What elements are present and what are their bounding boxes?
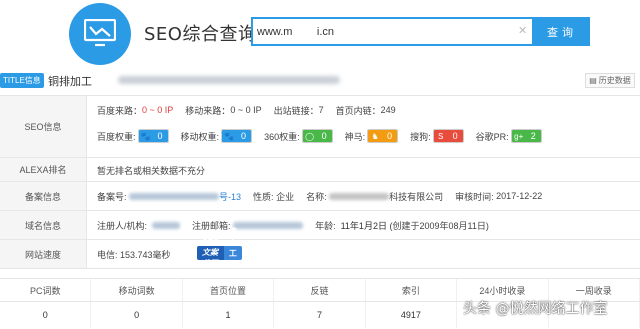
google-pr[interactable]: 谷歌PR: g+ 2 (476, 129, 542, 143)
baidu-traffic: 百度来路： 0 ~ 0 IP (97, 105, 174, 116)
row-label: ALEXA排名 (0, 158, 87, 181)
baidu-weight[interactable]: 百度权重: 🐾 0 (97, 129, 169, 143)
search-input[interactable] (257, 19, 517, 44)
page-title: 铜排加工 (48, 76, 92, 88)
beian-row: 备案信息 备案号: 号-13 性质: 企业 名称: 科技有限公司 审核时间: 2… (0, 182, 640, 211)
alexa-row: ALEXA排名 暂无排名或相关数据不充分 (0, 158, 640, 182)
redacted-title (118, 76, 340, 84)
search-box: ✕ (251, 17, 534, 46)
domain-row: 域名信息 注册人/机构: 注册邮箱: 年龄: 11年1月2日 (创建于2009年… (0, 211, 640, 240)
outbound-links: 出站链接： 7 (273, 105, 324, 116)
beian-line: 备案号: 号-13 性质: 企业 名称: 科技有限公司 审核时间: 2017-1… (97, 188, 554, 204)
domain-age: 年龄: 11年1月2日 (创建于2009年08月11日) (315, 220, 489, 231)
registrant[interactable]: 注册人/机构: (97, 219, 181, 232)
brand-title: SEO综合查询 (144, 24, 257, 45)
mobile-weight[interactable]: 移动权重: 🐾 0 (181, 129, 253, 143)
logo[interactable] (69, 3, 131, 65)
traffic-line: 百度来路： 0 ~ 0 IP 移动来路： 0 ~ 0 IP 出站链接： 7 首页内链：… (97, 102, 408, 118)
promo-banner[interactable]: SEO文案代写 纯人工编辑 (197, 227, 242, 280)
row-label: SEO信息 (0, 96, 87, 157)
alexa-value: 暂无排名或相关数据不充分 (97, 165, 206, 176)
speed-row: 网站速度 电信: 153.743毫秒 SEO文案代写 纯人工编辑 (0, 227, 640, 280)
title-tag: TITLE信息 (0, 73, 44, 88)
stats-header: PC词数 (0, 279, 92, 301)
google-plus-icon: g+ (511, 130, 526, 142)
speed-value: 电信: 153.743毫秒 (97, 249, 171, 260)
row-label: 域名信息 (0, 211, 87, 239)
stats-header: 移动词数 (91, 279, 183, 301)
title-row: TITLE信息 铜排加工 ▤ 历史数据 (0, 70, 640, 92)
stats-value[interactable]: 1 (183, 302, 275, 328)
paw-icon: 🐾 (222, 130, 237, 142)
stats-value[interactable]: 0 (0, 302, 92, 328)
row-label: 网站速度 (0, 240, 87, 268)
stats-header: 索引 (366, 279, 458, 301)
beian-name: 名称: 科技有限公司 (306, 191, 444, 202)
mobile-traffic: 移动来路： 0 ~ 0 IP (185, 105, 262, 116)
home-inlinks: 首页内链： 249 (335, 105, 396, 116)
chart-logo-icon (84, 19, 116, 47)
shenma-weight[interactable]: 神马: ♞ 0 (345, 129, 399, 143)
stats-value[interactable]: 4917 (366, 302, 458, 328)
beian-nature: 性质: 企业 (253, 191, 295, 202)
header: SEO综合查询 ✕ 查询 (0, 0, 640, 68)
beian-audit: 审核时间: 2017-12-22 (455, 191, 543, 202)
horse-icon: ♞ (368, 130, 383, 142)
seo-info-row: SEO信息 百度来路： 0 ~ 0 IP 移动来路： 0 ~ 0 IP 出站链接： 7… (0, 95, 640, 158)
360-weight[interactable]: 360权重: ◯ 0 (264, 129, 333, 143)
registrant-email[interactable]: 注册邮箱: (192, 219, 304, 232)
sogou-icon: S (433, 130, 448, 142)
close-icon[interactable]: ✕ (518, 24, 527, 37)
domain-line: 注册人/机构: 注册邮箱: 年龄: 11年1月2日 (创建于2009年08月11… (97, 217, 501, 233)
sogou-weight[interactable]: 搜狗: S0 (410, 129, 464, 143)
stats-value[interactable]: 7 (274, 302, 366, 328)
stats-header: 反链 (274, 279, 366, 301)
stats-header: 首页位置 (183, 279, 275, 301)
history-button[interactable]: ▤ 历史数据 (585, 73, 635, 88)
history-icon: ▤ (589, 76, 597, 85)
row-label: 备案信息 (0, 182, 87, 210)
360-icon: ◯ (302, 130, 317, 142)
beian-number[interactable]: 备案号: 号-13 (97, 190, 241, 203)
paw-icon: 🐾 (138, 130, 153, 142)
watermark: 头条 @悦然网络工作室 (463, 301, 608, 317)
stats-value[interactable]: 0 (91, 302, 183, 328)
search-button[interactable]: 查询 (534, 17, 590, 46)
weights-line: 百度权重: 🐾 0 移动权重: 🐾 0 360权重: ◯ 0 神马: ♞ 0 搜狗: S… (97, 128, 554, 144)
